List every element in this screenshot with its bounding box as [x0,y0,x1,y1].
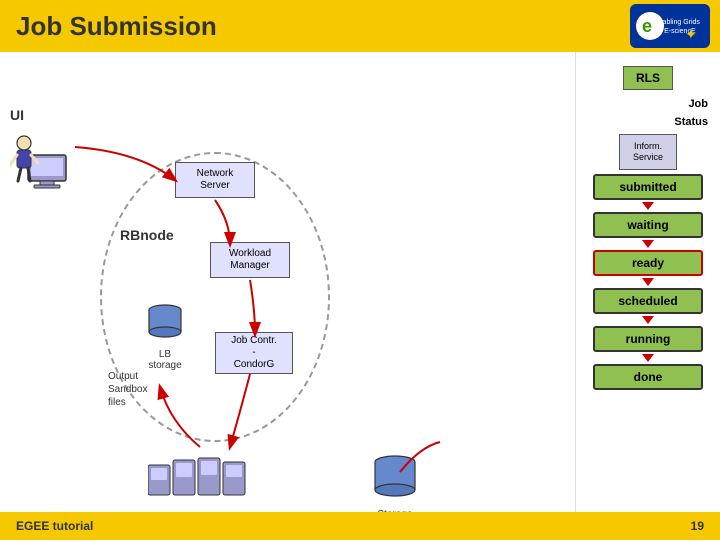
svg-text:✦: ✦ [685,26,697,42]
egee-logo: e Enabling Grids for E-sciencE ✦ [630,4,710,48]
ui-person-icon [10,125,80,205]
svg-text:e: e [642,16,652,36]
lb-storage-label: LB storage [145,349,185,371]
diagram-area: UI RBnode [0,52,575,540]
svg-text:Enabling Grids: Enabling Grids [654,19,700,26]
ui-figure: UI [10,107,80,210]
computing-element-icon [148,450,268,505]
footer-page: 19 [691,519,704,533]
storage-element-cylinder [370,452,420,502]
arrow-scheduled-running [642,316,654,324]
arrow-waiting-ready [642,240,654,248]
status-done: done [593,364,703,390]
lb-storage-cylinder [145,302,185,342]
rls-box: RLS [623,66,673,90]
network-server-box: Network Server [175,162,255,198]
job-condor-box: Job Contr. - CondorG [215,332,293,374]
workload-manager-box: Workload Manager [210,242,290,278]
status-panel: RLS Job Status Inform. Service submitted… [575,52,720,540]
job-status-header: Job Status [584,94,712,130]
status-submitted: submitted [593,174,703,200]
arrow-running-done [642,354,654,362]
footer-left: EGEE tutorial [16,519,93,533]
status-waiting: waiting [593,212,703,238]
ui-label: UI [10,107,80,123]
main-content: UI RBnode [0,52,720,540]
inform-service-box: Inform. Service [619,134,677,170]
status-running: running [593,326,703,352]
page-title: Job Submission [16,11,217,42]
status-ready: ready [593,250,703,276]
status-scheduled: scheduled [593,288,703,314]
header: Job Submission e Enabling Grids for E-sc… [0,0,720,52]
status-flow: submitted waiting ready scheduled runnin… [584,174,712,390]
arrow-submitted-waiting [642,202,654,210]
footer: EGEE tutorial 19 [0,512,720,540]
output-sandbox-label: Output Sandbox files [108,370,147,409]
rb-node-label: RBnode [120,227,174,243]
lb-storage: LB storage [145,302,185,371]
arrow-ready-scheduled [642,278,654,286]
